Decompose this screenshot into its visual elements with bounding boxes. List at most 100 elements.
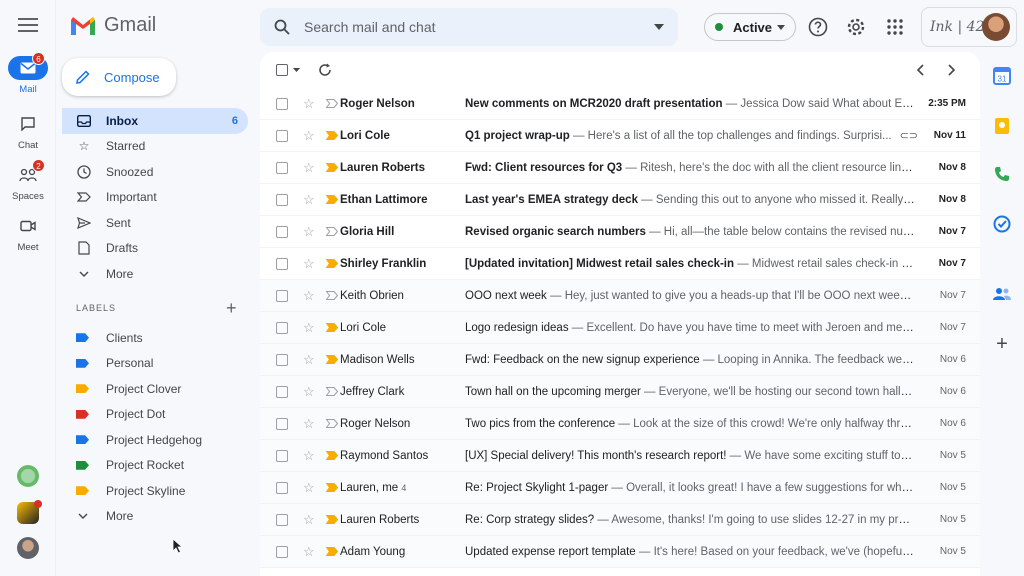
nav-item-sent[interactable]: Sent [62, 210, 248, 236]
star-icon[interactable]: ☆ [303, 288, 317, 304]
keep-icon[interactable] [992, 116, 1012, 136]
email-row[interactable]: ☆ Roger Nelson Two pics from the conferen… [260, 408, 980, 440]
email-row[interactable]: ☆ Lauren, me 4 Re: Project Skylight 1-page… [260, 472, 980, 504]
row-checkbox[interactable] [276, 449, 288, 462]
user-avatar[interactable] [982, 13, 1010, 41]
email-row[interactable]: ☆ Gloria Hill Revised organic search numb… [260, 216, 980, 248]
email-row[interactable]: ☆ Ethan Lattimore Last year's EMEA strate… [260, 184, 980, 216]
contact-avatar[interactable] [17, 465, 39, 487]
row-checkbox[interactable] [276, 97, 288, 110]
nav-item-starred[interactable]: ☆ Starred [62, 134, 248, 160]
star-icon[interactable]: ☆ [303, 192, 317, 208]
row-checkbox[interactable] [276, 481, 288, 494]
labels-more[interactable]: More [62, 504, 248, 530]
compose-button[interactable]: Compose [62, 58, 176, 96]
rail-item-meet[interactable]: Meet [0, 214, 56, 253]
add-label-icon[interactable]: + [226, 298, 237, 319]
search-input[interactable]: Search mail and chat [304, 19, 654, 35]
email-row[interactable]: ☆ Jeffrey Clark Town hall on the upcoming… [260, 376, 980, 408]
star-icon[interactable]: ☆ [303, 320, 317, 336]
label-item-project-rocket[interactable]: Project Rocket [62, 453, 248, 479]
row-checkbox[interactable] [276, 321, 288, 334]
importance-marker-icon[interactable] [326, 547, 338, 556]
email-row[interactable]: ☆ Madison Wells Fwd: Feedback on the new … [260, 344, 980, 376]
search-options-icon[interactable] [654, 24, 664, 30]
email-row[interactable]: ☆ Lauren Roberts Fwd: Client resources fo… [260, 152, 980, 184]
star-icon[interactable]: ☆ [303, 544, 317, 560]
star-icon[interactable]: ☆ [303, 224, 317, 240]
importance-marker-icon[interactable] [326, 195, 338, 204]
importance-marker-icon[interactable] [326, 291, 338, 300]
email-row[interactable]: ☆ Shirley Franklin [Updated invitation] M… [260, 248, 980, 280]
star-icon[interactable]: ☆ [303, 128, 317, 144]
star-icon[interactable]: ☆ [303, 480, 317, 496]
importance-marker-icon[interactable] [326, 227, 338, 236]
rail-item-chat[interactable]: Chat [0, 112, 56, 151]
email-row[interactable]: ☆ Adam Young Updated expense report templ… [260, 536, 980, 568]
select-menu-caret-icon[interactable] [293, 68, 300, 72]
search-icon[interactable] [274, 19, 290, 35]
row-checkbox[interactable] [276, 193, 288, 206]
row-checkbox[interactable] [276, 513, 288, 526]
email-row[interactable]: ☆ Roger Nelson New comments on MCR2020 dr… [260, 88, 980, 120]
row-checkbox[interactable] [276, 225, 288, 238]
account-switcher[interactable]: Ink | 42 [921, 7, 1017, 47]
email-row[interactable]: ☆ Lori Cole Q1 project wrap-up — Here's a… [260, 120, 980, 152]
importance-marker-icon[interactable] [326, 163, 338, 172]
label-item-project-skyline[interactable]: Project Skyline [62, 478, 248, 504]
label-item-project-dot[interactable]: Project Dot [62, 402, 248, 428]
row-checkbox[interactable] [276, 417, 288, 430]
nav-item-drafts[interactable]: Drafts [62, 236, 248, 262]
importance-marker-icon[interactable] [326, 387, 338, 396]
importance-marker-icon[interactable] [326, 259, 338, 268]
importance-marker-icon[interactable] [326, 419, 338, 428]
calendar-icon[interactable]: 31 [992, 66, 1012, 86]
nav-item-important[interactable]: Important [62, 185, 248, 211]
row-checkbox[interactable] [276, 129, 288, 142]
importance-marker-icon[interactable] [326, 483, 338, 492]
label-item-personal[interactable]: Personal [62, 351, 248, 377]
star-icon[interactable]: ☆ [303, 256, 317, 272]
importance-marker-icon[interactable] [326, 131, 338, 140]
label-item-project-hedgehog[interactable]: Project Hedgehog [62, 427, 248, 453]
star-icon[interactable]: ☆ [303, 512, 317, 528]
select-all-checkbox[interactable] [276, 64, 288, 76]
row-checkbox[interactable] [276, 385, 288, 398]
star-icon[interactable]: ☆ [303, 416, 317, 432]
row-checkbox[interactable] [276, 161, 288, 174]
label-item-clients[interactable]: Clients [62, 325, 248, 351]
older-page-icon[interactable] [948, 64, 956, 76]
star-icon[interactable]: ☆ [303, 448, 317, 464]
row-checkbox[interactable] [276, 257, 288, 270]
importance-marker-icon[interactable] [326, 451, 338, 460]
rail-item-spaces[interactable]: 2 Spaces [0, 159, 56, 202]
nav-item-inbox[interactable]: Inbox 6 [62, 108, 248, 134]
newer-page-icon[interactable] [916, 64, 924, 76]
nav-item-snoozed[interactable]: Snoozed [62, 159, 248, 185]
importance-marker-icon[interactable] [326, 99, 338, 108]
importance-marker-icon[interactable] [326, 355, 338, 364]
email-row[interactable]: ☆ Raymond Santos [UX] Special delivery! T… [260, 440, 980, 472]
status-selector[interactable]: Active [704, 13, 796, 41]
row-checkbox[interactable] [276, 545, 288, 558]
rail-item-mail[interactable]: 6 Mail [0, 52, 56, 95]
importance-marker-icon[interactable] [326, 323, 338, 332]
nav-item-more[interactable]: More [62, 261, 248, 287]
search-bar[interactable]: Search mail and chat [260, 8, 678, 46]
voice-phone-icon[interactable] [992, 164, 1012, 184]
settings-gear-icon[interactable] [845, 16, 867, 38]
tasks-icon[interactable] [992, 214, 1012, 234]
help-icon[interactable] [807, 16, 829, 38]
main-menu-icon[interactable] [18, 18, 38, 34]
row-checkbox[interactable] [276, 289, 288, 302]
importance-marker-icon[interactable] [326, 515, 338, 524]
email-row[interactable]: ☆ Lori Cole Logo redesign ideas — Excelle… [260, 312, 980, 344]
apps-grid-icon[interactable] [884, 16, 906, 38]
star-icon[interactable]: ☆ [303, 352, 317, 368]
contacts-icon[interactable] [992, 284, 1012, 304]
star-icon[interactable]: ☆ [303, 160, 317, 176]
contact-avatar[interactable] [17, 537, 39, 559]
email-row[interactable]: ☆ Keith Obrien OOO next week — Hey, just … [260, 280, 980, 312]
row-checkbox[interactable] [276, 353, 288, 366]
add-addon-icon[interactable]: + [992, 333, 1012, 355]
